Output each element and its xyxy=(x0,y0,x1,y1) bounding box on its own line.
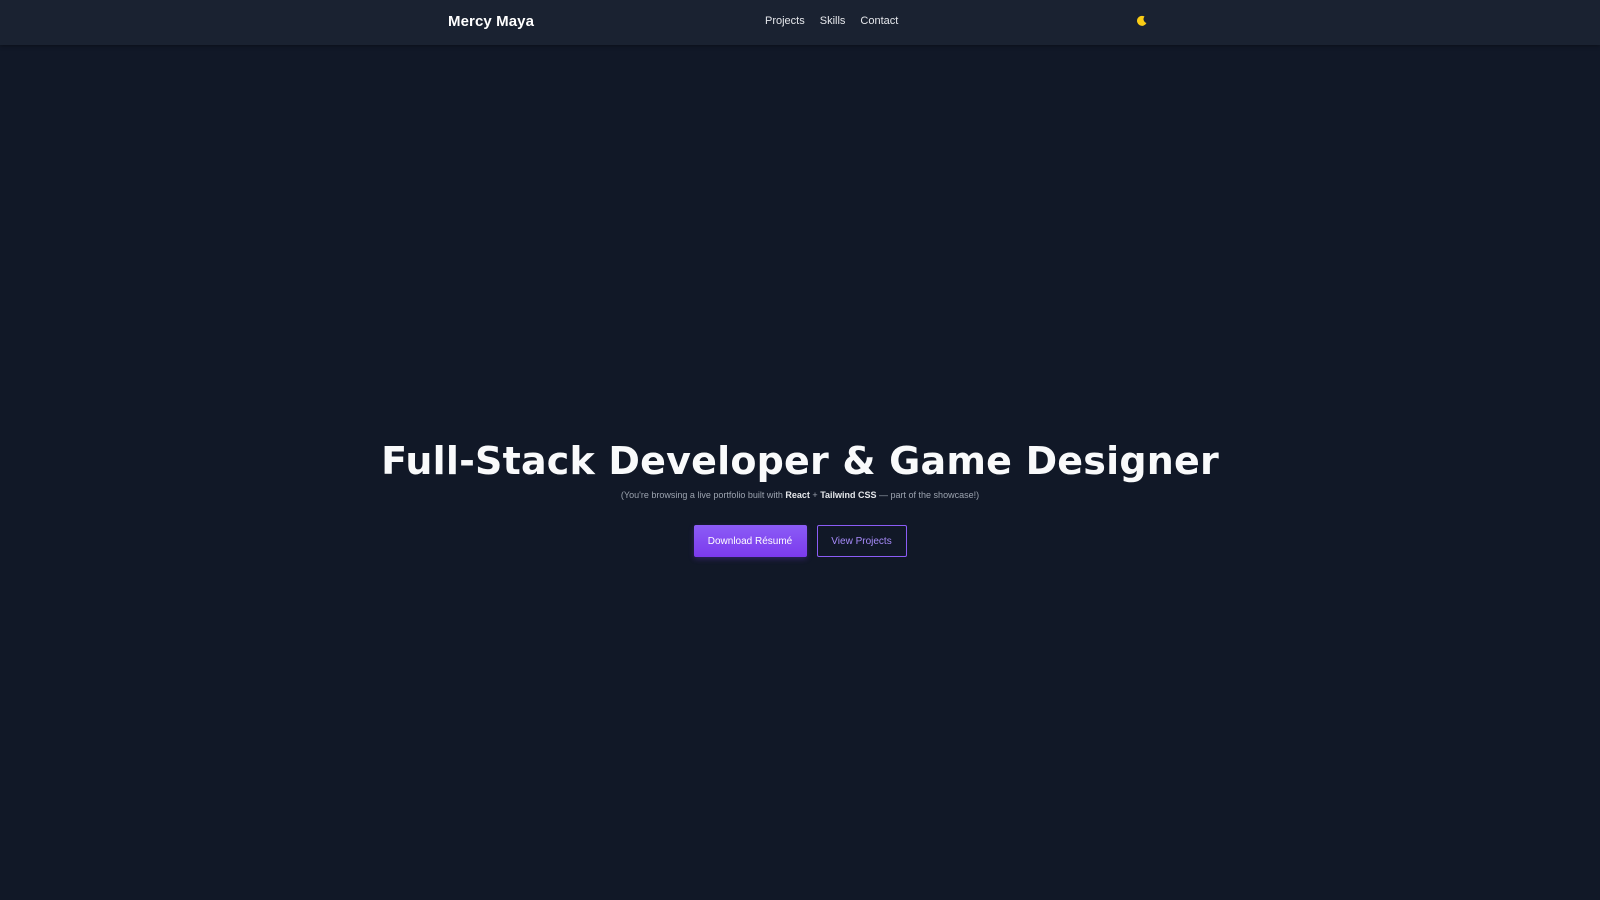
hero-title: Full-Stack Developer & Game Designer xyxy=(381,439,1219,483)
hero-section: Full-Stack Developer & Game Designer (Yo… xyxy=(0,435,1600,500)
cta-row: Download Résumé View Projects xyxy=(0,525,1600,557)
hero-subtitle: (You're browsing a live portfolio built … xyxy=(0,490,1600,500)
moon-icon xyxy=(1136,15,1148,30)
nav-links: Projects Skills Contact xyxy=(765,15,898,27)
hero-subtitle-plus: + xyxy=(809,490,821,500)
hero-subtitle-suffix: — part of the showcase!) xyxy=(876,490,980,500)
view-projects-button[interactable]: View Projects xyxy=(816,525,907,557)
brand-logo-link[interactable]: Mercy Maya xyxy=(448,13,534,30)
nav-link-contact[interactable]: Contact xyxy=(860,15,898,27)
download-resume-button[interactable]: Download Résumé xyxy=(693,525,807,557)
hero-subtitle-prefix: (You're browsing a live portfolio built … xyxy=(620,490,786,500)
nav-link-projects[interactable]: Projects xyxy=(765,15,805,27)
top-navbar: Mercy Maya Projects Skills Contact xyxy=(0,0,1600,45)
hero-subtitle-tailwind: Tailwind CSS xyxy=(820,490,877,500)
theme-toggle-button[interactable] xyxy=(1134,14,1150,30)
hero-subtitle-react: React xyxy=(785,490,810,500)
nav-link-skills[interactable]: Skills xyxy=(820,15,846,27)
portfolio-page: Mercy Maya Projects Skills Contact Full-… xyxy=(0,0,1600,900)
